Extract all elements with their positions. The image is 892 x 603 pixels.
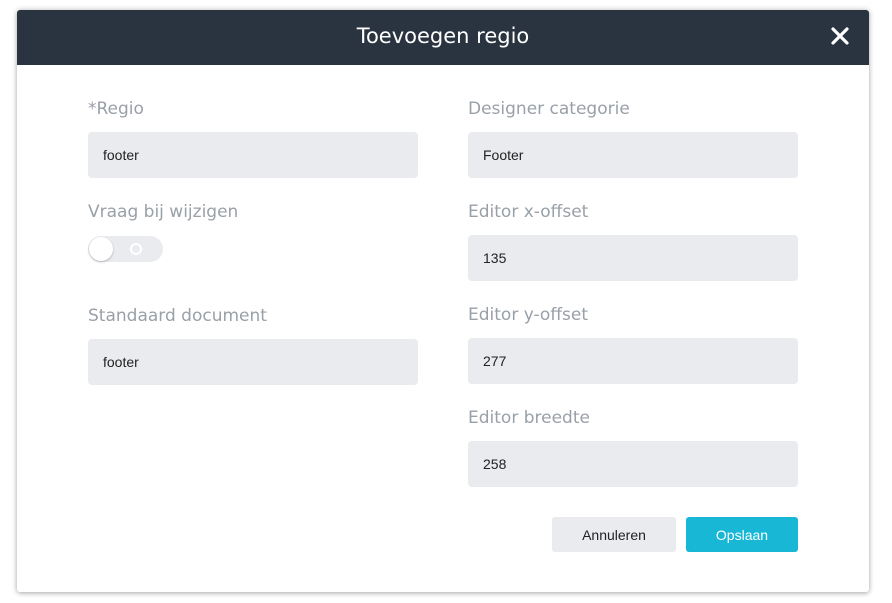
add-region-dialog: Toevoegen regio *Regio Vraag bij wijzige… — [17, 10, 869, 592]
editor-y-offset-input[interactable] — [468, 338, 798, 384]
regio-label-text: Regio — [96, 99, 144, 119]
editor-x-offset-label: Editor x-offset — [468, 202, 589, 222]
editor-breedte-input[interactable] — [468, 441, 798, 487]
standaard-document-input[interactable] — [88, 339, 418, 385]
standaard-document-label: Standaard document — [88, 306, 267, 326]
designer-categorie-label: Designer categorie — [468, 99, 630, 119]
editor-breedte-label: Editor breedte — [468, 408, 590, 428]
designer-categorie-input[interactable] — [468, 132, 798, 178]
dialog-title: Toevoegen regio — [356, 24, 530, 48]
dialog-header: Toevoegen regio — [17, 10, 869, 65]
close-button[interactable] — [828, 24, 852, 48]
toggle-knob — [89, 237, 113, 261]
close-icon — [831, 27, 849, 45]
toggle-off-icon — [130, 243, 142, 255]
cancel-button[interactable]: Annuleren — [552, 517, 676, 552]
editor-x-offset-input[interactable] — [468, 235, 798, 281]
save-button[interactable]: Opslaan — [686, 517, 798, 552]
editor-y-offset-label: Editor y-offset — [468, 305, 589, 325]
vraag-bij-wijzigen-label: Vraag bij wijzigen — [88, 202, 239, 222]
required-mark: * — [88, 99, 97, 119]
regio-input[interactable] — [88, 132, 418, 178]
regio-label: *Regio — [88, 99, 144, 119]
vraag-bij-wijzigen-toggle[interactable] — [88, 236, 163, 262]
